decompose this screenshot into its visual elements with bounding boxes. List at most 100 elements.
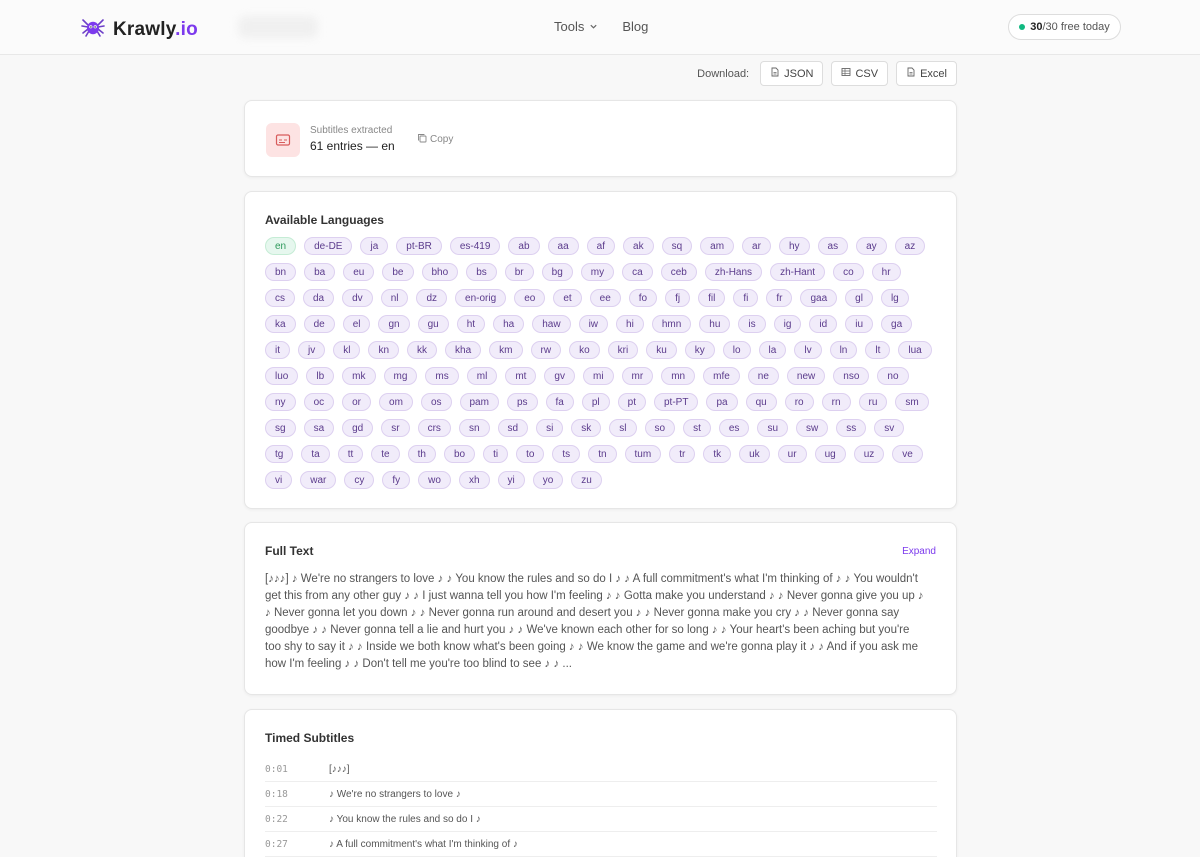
language-chip[interactable]: fa bbox=[545, 393, 574, 411]
language-chip[interactable]: gl bbox=[845, 289, 873, 307]
language-chip[interactable]: de bbox=[303, 315, 335, 333]
language-chip[interactable]: tk bbox=[703, 445, 732, 463]
language-chip[interactable]: pt-PT bbox=[654, 393, 699, 411]
language-chip[interactable]: sl bbox=[609, 419, 637, 437]
language-chip[interactable]: gaa bbox=[800, 289, 838, 307]
language-chip[interactable]: uk bbox=[739, 445, 770, 463]
language-chip[interactable]: es-419 bbox=[449, 237, 501, 255]
language-chip[interactable]: fj bbox=[665, 289, 691, 307]
language-chip[interactable]: kn bbox=[368, 341, 400, 359]
language-chip[interactable]: fr bbox=[766, 289, 793, 307]
language-chip[interactable]: sq bbox=[661, 237, 693, 255]
language-chip[interactable]: lg bbox=[880, 289, 909, 307]
language-chip[interactable]: ne bbox=[747, 367, 779, 385]
language-chip[interactable]: ps bbox=[506, 393, 538, 411]
language-chip[interactable]: zh-Hant bbox=[770, 263, 826, 281]
language-chip[interactable]: ba bbox=[304, 263, 336, 281]
language-chip[interactable]: bs bbox=[466, 263, 497, 281]
language-chip[interactable]: no bbox=[877, 367, 909, 385]
language-chip[interactable]: ro bbox=[784, 393, 814, 411]
language-chip[interactable]: mr bbox=[621, 367, 654, 385]
language-chip[interactable]: ny bbox=[265, 393, 296, 411]
language-chip[interactable]: kk bbox=[407, 341, 438, 359]
language-chip[interactable]: ta bbox=[301, 445, 330, 463]
language-chip[interactable]: de-DE bbox=[304, 237, 353, 255]
language-chip[interactable]: jv bbox=[298, 341, 326, 359]
language-chip[interactable]: sk bbox=[571, 419, 602, 437]
language-chip[interactable]: tg bbox=[265, 445, 294, 463]
language-chip[interactable]: as bbox=[817, 237, 849, 255]
language-chip[interactable]: it bbox=[265, 341, 290, 359]
language-chip[interactable]: ve bbox=[892, 445, 923, 463]
language-chip[interactable]: ko bbox=[569, 341, 600, 359]
language-chip[interactable]: ha bbox=[493, 315, 525, 333]
language-chip[interactable]: fy bbox=[382, 471, 411, 489]
language-chip[interactable]: zh-Hans bbox=[704, 263, 763, 281]
language-chip[interactable]: sg bbox=[265, 419, 296, 437]
language-chip[interactable]: th bbox=[407, 445, 436, 463]
language-chip[interactable]: gd bbox=[342, 419, 374, 437]
language-chip[interactable]: et bbox=[553, 289, 582, 307]
language-chip[interactable]: bo bbox=[443, 445, 476, 463]
language-chip[interactable]: gu bbox=[417, 315, 449, 333]
language-chip[interactable]: bho bbox=[421, 263, 459, 281]
language-chip[interactable]: hr bbox=[871, 263, 901, 281]
language-chip[interactable]: en-orig bbox=[455, 289, 507, 307]
language-chip[interactable]: mg bbox=[383, 367, 418, 385]
language-chip[interactable]: hmn bbox=[651, 315, 692, 333]
language-chip[interactable]: ka bbox=[265, 315, 296, 333]
language-chip[interactable]: ceb bbox=[660, 263, 697, 281]
language-chip[interactable]: id bbox=[809, 315, 838, 333]
language-chip[interactable]: lua bbox=[898, 341, 932, 359]
language-chip[interactable]: ms bbox=[425, 367, 459, 385]
language-chip[interactable]: la bbox=[758, 341, 787, 359]
language-chip[interactable]: gv bbox=[544, 367, 575, 385]
language-chip[interactable]: es bbox=[718, 419, 750, 437]
language-chip[interactable]: my bbox=[580, 263, 615, 281]
language-chip[interactable]: ak bbox=[623, 237, 654, 255]
language-chip[interactable]: sw bbox=[796, 419, 829, 437]
language-chip[interactable]: rn bbox=[821, 393, 851, 411]
language-chip[interactable]: om bbox=[379, 393, 413, 411]
language-chip[interactable]: kl bbox=[333, 341, 361, 359]
language-chip[interactable]: eo bbox=[514, 289, 546, 307]
language-chip[interactable]: ln bbox=[829, 341, 858, 359]
language-chip[interactable]: pam bbox=[459, 393, 499, 411]
language-chip[interactable]: luo bbox=[265, 367, 299, 385]
language-chip[interactable]: sd bbox=[497, 419, 529, 437]
language-chip[interactable]: pt bbox=[617, 393, 646, 411]
language-chip[interactable]: fo bbox=[628, 289, 658, 307]
language-chip[interactable]: pl bbox=[581, 393, 610, 411]
language-chip[interactable]: si bbox=[536, 419, 564, 437]
language-chip[interactable]: am bbox=[700, 237, 735, 255]
language-chip[interactable]: tr bbox=[669, 445, 696, 463]
language-chip[interactable]: new bbox=[786, 367, 826, 385]
language-chip[interactable]: kha bbox=[445, 341, 482, 359]
language-chip[interactable]: km bbox=[489, 341, 523, 359]
language-chip[interactable]: tn bbox=[588, 445, 617, 463]
language-chip[interactable]: eu bbox=[343, 263, 375, 281]
language-chip[interactable]: qu bbox=[745, 393, 777, 411]
language-chip[interactable]: ga bbox=[881, 315, 913, 333]
language-chip[interactable]: lt bbox=[865, 341, 891, 359]
language-chip[interactable]: ab bbox=[508, 237, 540, 255]
language-chip[interactable]: el bbox=[342, 315, 371, 333]
language-chip[interactable]: hu bbox=[699, 315, 731, 333]
language-chip[interactable]: vi bbox=[265, 471, 293, 489]
expand-button[interactable]: Expand bbox=[902, 546, 936, 557]
language-chip[interactable]: br bbox=[504, 263, 534, 281]
language-chip[interactable]: nl bbox=[380, 289, 409, 307]
language-chip[interactable]: lb bbox=[306, 367, 335, 385]
language-chip[interactable]: ss bbox=[836, 419, 867, 437]
language-chip[interactable]: fil bbox=[698, 289, 726, 307]
language-chip[interactable]: to bbox=[516, 445, 545, 463]
language-chip[interactable]: da bbox=[303, 289, 335, 307]
language-chip[interactable]: ca bbox=[622, 263, 653, 281]
copy-button[interactable]: Copy bbox=[417, 133, 453, 146]
language-chip[interactable]: iu bbox=[845, 315, 874, 333]
language-chip[interactable]: is bbox=[738, 315, 766, 333]
language-chip[interactable]: mfe bbox=[703, 367, 740, 385]
language-chip[interactable]: su bbox=[757, 419, 788, 437]
language-chip[interactable]: aa bbox=[547, 237, 579, 255]
language-chip[interactable]: af bbox=[586, 237, 616, 255]
